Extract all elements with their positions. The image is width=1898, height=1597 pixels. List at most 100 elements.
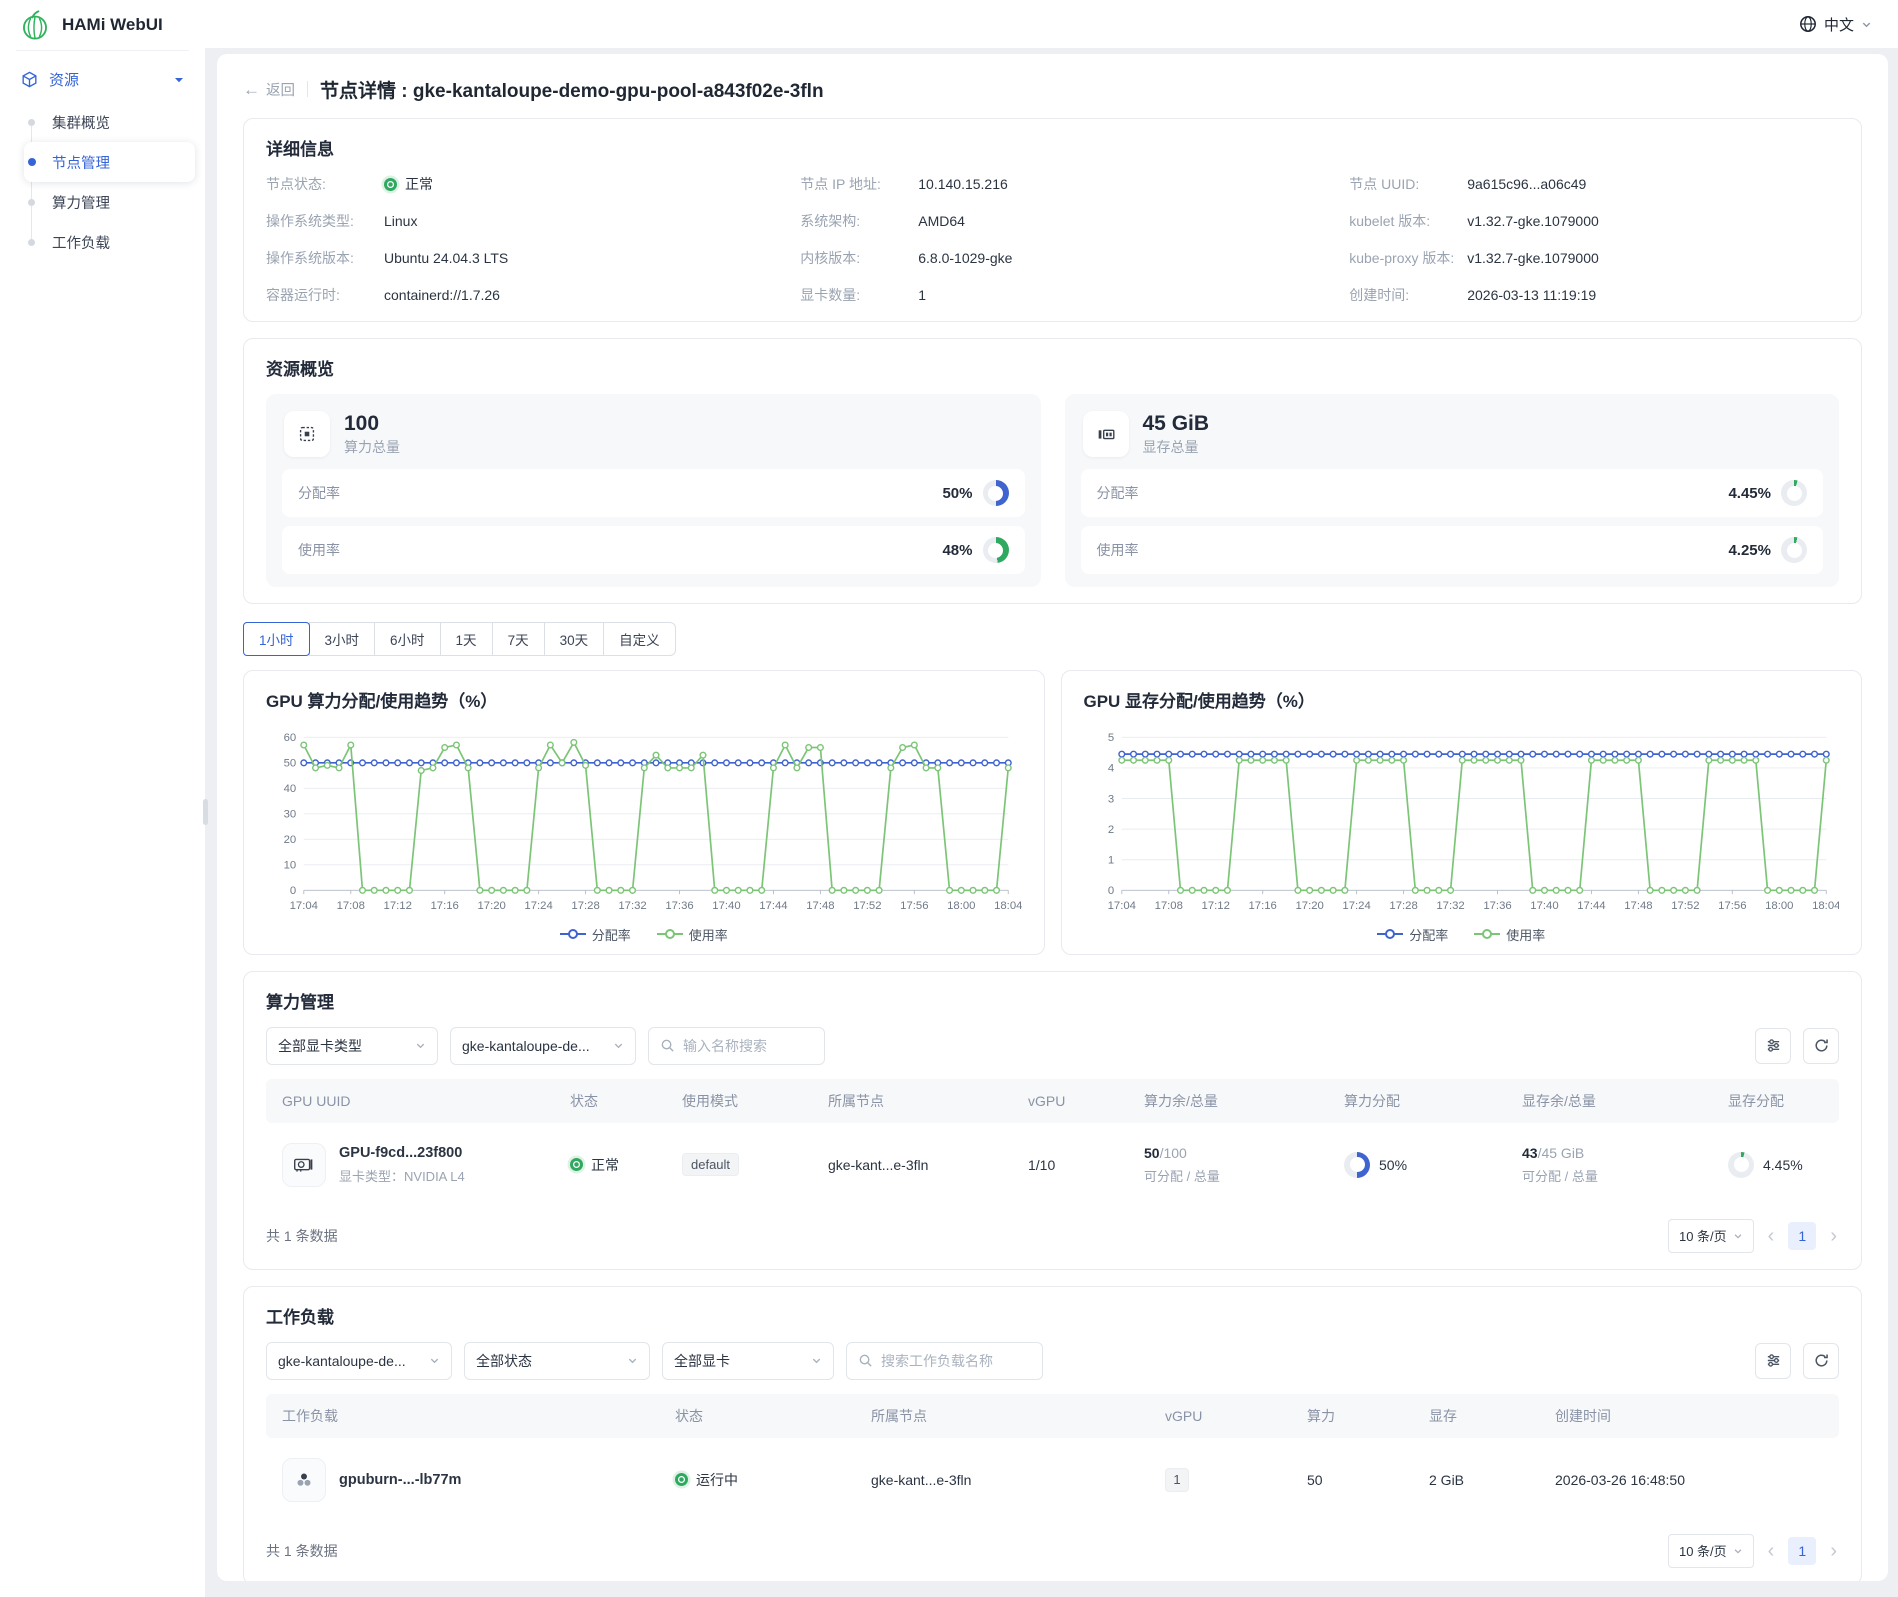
back-button[interactable]: ← 返回: [243, 79, 295, 100]
svg-text:17:36: 17:36: [1483, 900, 1511, 912]
chip-icon: [284, 411, 330, 457]
svg-text:17:40: 17:40: [712, 900, 740, 912]
gpu-search-box: [648, 1027, 825, 1065]
workload-table-header: 工作负载状态所属节点 vGPU算力显存 创建时间: [266, 1394, 1839, 1438]
workload-search-input[interactable]: [881, 1353, 1031, 1369]
refresh-button[interactable]: [1803, 1028, 1839, 1064]
svg-text:17:40: 17:40: [1530, 900, 1558, 912]
workload-card: 工作负载 gke-kantaloupe-de... 全部状态 全部显卡: [243, 1286, 1862, 1581]
svg-text:18:04: 18:04: [1812, 900, 1839, 912]
detail-kernel-version: 内核版本:6.8.0-1029-gke: [800, 248, 1329, 268]
next-page-button[interactable]: ›: [1828, 1226, 1839, 1246]
svg-text:17:16: 17:16: [431, 900, 459, 912]
chevron-down-icon: [1733, 1231, 1743, 1241]
sliders-icon: [1765, 1037, 1782, 1054]
back-label: 返回: [266, 79, 295, 100]
svg-text:17:52: 17:52: [853, 900, 881, 912]
workload-name[interactable]: gpuburn-...-lb77m: [339, 1472, 461, 1488]
node-detail-panel: ← 返回 节点详情 : gke-kantaloupe-demo-gpu-pool…: [217, 54, 1888, 1581]
svg-text:18:04: 18:04: [994, 900, 1021, 912]
refresh-button[interactable]: [1803, 1343, 1839, 1379]
svg-text:10: 10: [284, 860, 297, 872]
svg-text:17:08: 17:08: [1154, 900, 1182, 912]
workload-node-select[interactable]: gke-kantaloupe-de...: [266, 1342, 452, 1380]
gpu-uuid[interactable]: GPU-f9cd...23f800: [339, 1145, 465, 1161]
page-size-select[interactable]: 10 条/页: [1668, 1219, 1754, 1253]
gpu-memory-trend-chart: GPU 显存分配/使用趋势（%） 01234517:0417:0817:1217…: [1061, 670, 1863, 954]
refresh-icon: [1813, 1037, 1830, 1054]
legend-marker-icon: [657, 928, 683, 940]
legend-item[interactable]: 使用率: [657, 925, 728, 944]
gpu-table-row[interactable]: GPU-f9cd...23f800 显卡类型：NVIDIA L4 正常 defa…: [266, 1123, 1839, 1207]
svg-text:17:48: 17:48: [1624, 900, 1652, 912]
resource-overview-card: 资源概览 100 算力总量: [243, 338, 1862, 604]
time-tab-2[interactable]: 3小时: [309, 622, 376, 656]
sidebar: HAMi WebUI 资源 集群概览 节点管理 算力管理 工作负载: [0, 0, 205, 1597]
node-select[interactable]: gke-kantaloupe-de...: [450, 1027, 636, 1065]
column-settings-button[interactable]: [1755, 1343, 1791, 1379]
line-chart: 01234517:0417:0817:1217:1617:2017:2417:2…: [1084, 726, 1840, 922]
svg-text:17:56: 17:56: [1718, 900, 1746, 912]
menu-dot: [28, 119, 35, 126]
workload-table-row[interactable]: gpuburn-...-lb77m 运行中 gke-kant...e-3fln …: [266, 1438, 1839, 1522]
sidebar-group-resources[interactable]: 资源: [0, 59, 205, 100]
compute-usage-row: 使用率 48%: [282, 526, 1025, 574]
language-selector[interactable]: 中文: [1799, 14, 1872, 35]
menu-dot: [28, 239, 35, 246]
menu-dot-active: [28, 158, 36, 166]
prev-page-button[interactable]: ‹: [1766, 1226, 1777, 1246]
sidebar-resize-handle[interactable]: [203, 799, 208, 825]
sidebar-item-cluster-overview[interactable]: 集群概览: [24, 102, 195, 142]
core-allocation: 50%: [1340, 1152, 1518, 1178]
time-tab-3[interactable]: 6小时: [374, 622, 441, 656]
sidebar-item-compute-management[interactable]: 算力管理: [24, 182, 195, 222]
chevron-down-icon: [1733, 1546, 1743, 1556]
page-size-select[interactable]: 10 条/页: [1668, 1534, 1754, 1568]
gpu-type-select[interactable]: 全部显卡类型: [266, 1027, 438, 1065]
svg-text:2: 2: [1107, 824, 1113, 836]
allocation-ring: [1781, 480, 1807, 506]
prev-page-button[interactable]: ‹: [1766, 1541, 1777, 1561]
menu-dot: [28, 199, 35, 206]
workload-gpu-select[interactable]: 全部显卡: [662, 1342, 834, 1380]
status-healthy-icon: [384, 178, 397, 191]
time-tab-1[interactable]: 1小时: [243, 622, 310, 656]
time-tab-6[interactable]: 30天: [544, 622, 605, 656]
total-count: 共 1 条数据: [266, 1541, 338, 1561]
gpu-search-input[interactable]: [683, 1038, 813, 1054]
next-page-button[interactable]: ›: [1828, 1541, 1839, 1561]
svg-text:17:32: 17:32: [1436, 900, 1464, 912]
app-logo: HAMi WebUI: [0, 0, 205, 50]
gpu-vgpu: 1/10: [1024, 1157, 1140, 1173]
time-tab-5[interactable]: 7天: [492, 622, 545, 656]
detail-arch: 系统架构:AMD64: [800, 211, 1329, 231]
legend-item[interactable]: 分配率: [560, 925, 631, 944]
chevron-down-icon: [627, 1355, 638, 1366]
page-number[interactable]: 1: [1788, 1222, 1816, 1250]
column-settings-button[interactable]: [1755, 1028, 1791, 1064]
time-tab-7[interactable]: 自定义: [603, 622, 676, 656]
hami-logo-icon: [18, 8, 52, 42]
time-tab-4[interactable]: 1天: [440, 622, 493, 656]
globe-icon: [1799, 15, 1817, 33]
legend-item[interactable]: 分配率: [1377, 925, 1448, 944]
chart-title: GPU 算力分配/使用趋势（%）: [266, 687, 1022, 712]
sidebar-item-label: 工作负载: [52, 232, 110, 253]
gpu-node: gke-kant...e-3fln: [824, 1157, 1024, 1173]
sidebar-item-workloads[interactable]: 工作负载: [24, 222, 195, 262]
sidebar-item-label: 集群概览: [52, 112, 110, 133]
svg-text:17:12: 17:12: [1201, 900, 1229, 912]
legend-item[interactable]: 使用率: [1474, 925, 1545, 944]
workload-status-select[interactable]: 全部状态: [464, 1342, 650, 1380]
svg-text:17:16: 17:16: [1248, 900, 1276, 912]
detail-container-runtime: 容器运行时:containerd://1.7.26: [266, 285, 780, 305]
detail-created-at: 创建时间:2026-03-13 11:19:19: [1349, 285, 1839, 305]
svg-text:17:36: 17:36: [665, 900, 693, 912]
page-number[interactable]: 1: [1788, 1537, 1816, 1565]
sidebar-group-label: 资源: [49, 69, 163, 90]
svg-text:17:28: 17:28: [571, 900, 599, 912]
svg-text:17:44: 17:44: [759, 900, 787, 912]
sidebar-item-node-management[interactable]: 节点管理: [24, 142, 195, 182]
chart-title: GPU 显存分配/使用趋势（%）: [1084, 687, 1840, 712]
svg-text:3: 3: [1107, 794, 1113, 806]
